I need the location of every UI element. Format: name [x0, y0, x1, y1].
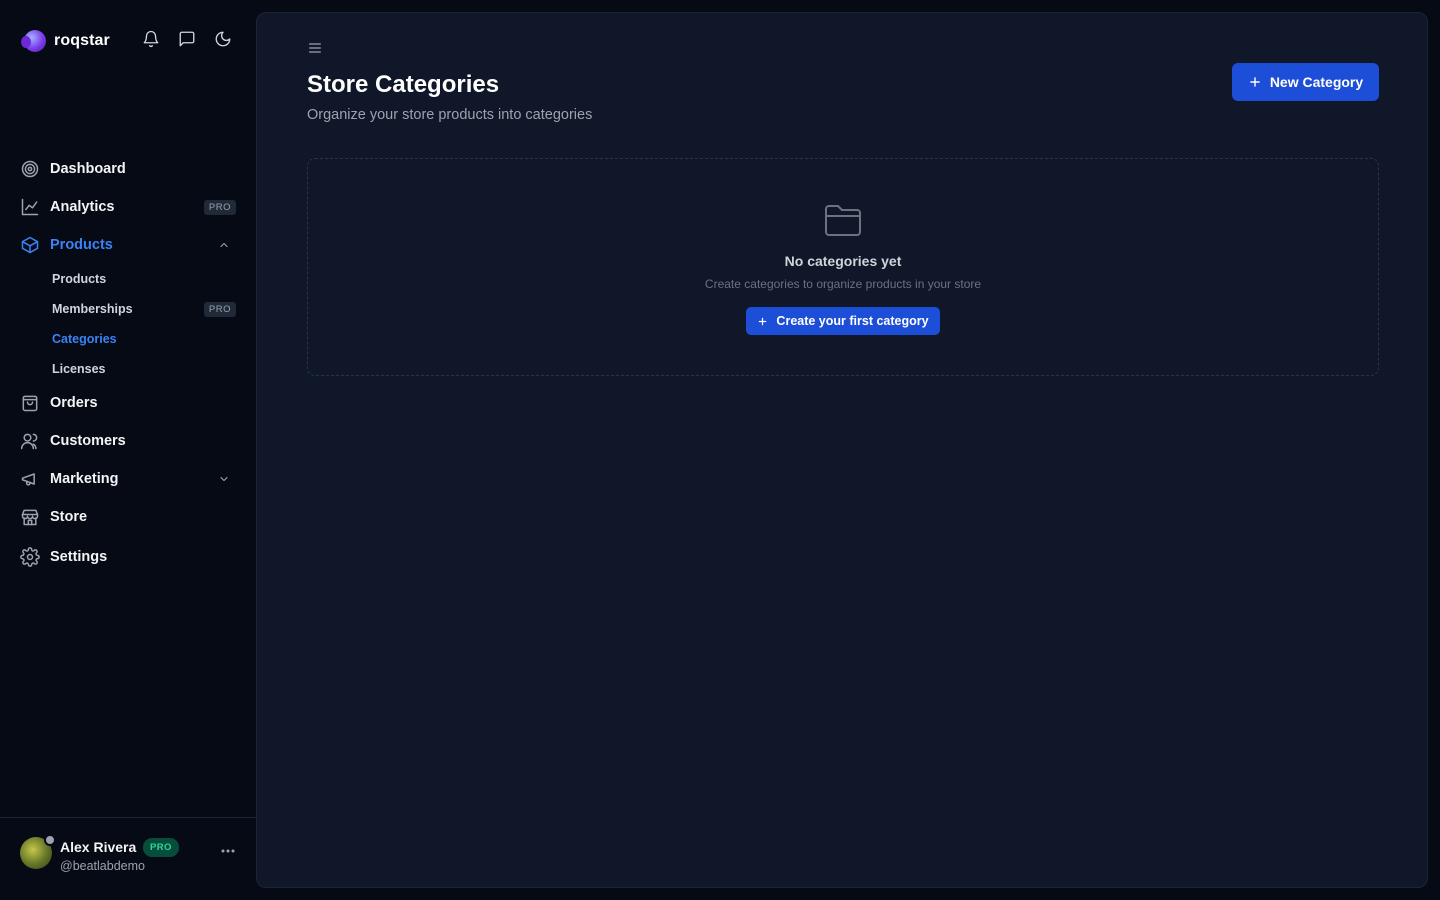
- sidebar-item-label: Customers: [50, 433, 126, 449]
- sidebar-item-label: Dashboard: [50, 161, 126, 177]
- sidebar-item-marketing[interactable]: Marketing: [0, 460, 256, 498]
- sidebar-subitem-label: Products: [52, 272, 107, 286]
- pro-badge: PRO: [203, 199, 236, 215]
- chart-line-icon: [20, 197, 40, 217]
- moon-icon[interactable]: [214, 30, 232, 48]
- user-handle: @beatlabdemo: [60, 859, 145, 873]
- new-category-label: New Category: [1269, 74, 1364, 90]
- chevron-up-icon[interactable]: [218, 239, 230, 251]
- store-icon: [20, 507, 40, 527]
- brand[interactable]: roqstar: [21, 28, 110, 54]
- user-profile: Alex Rivera PRO @beatlabdemo: [0, 817, 256, 900]
- new-category-button[interactable]: New Category: [1232, 63, 1379, 101]
- sidebar-item-products[interactable]: Products: [0, 226, 256, 264]
- create-first-category-button[interactable]: Create your first category: [746, 307, 940, 335]
- sidebar-item-dashboard[interactable]: Dashboard: [0, 150, 256, 188]
- chevron-down-icon[interactable]: [218, 473, 230, 485]
- message-icon[interactable]: [178, 30, 196, 48]
- sidebar-item-label: Settings: [50, 549, 108, 565]
- page-subtitle: Organize your store products into catego…: [307, 107, 593, 123]
- sidebar-subitem-label: Memberships: [52, 302, 133, 316]
- sidebar-item-orders[interactable]: Orders: [0, 384, 256, 422]
- status-dot: [44, 834, 56, 846]
- users-icon: [20, 431, 40, 451]
- sidebar-item-label: Analytics: [50, 199, 115, 215]
- sidebar-nav: Dashboard Analytics PRO Products Product…: [0, 150, 256, 576]
- sidebar-item-settings[interactable]: Settings: [0, 538, 256, 576]
- sidebar-item-analytics[interactable]: Analytics PRO: [0, 188, 256, 226]
- sidebar-item-label: Orders: [50, 395, 98, 411]
- page-title: Store Categories: [307, 71, 500, 98]
- empty-state-description: Create categories to organize products i…: [704, 277, 982, 291]
- sidebar-subitem-licenses[interactable]: Licenses: [0, 354, 256, 384]
- brand-name: roqstar: [54, 32, 110, 49]
- top-icons: [142, 30, 232, 48]
- megaphone-icon: [20, 469, 40, 489]
- sidebar-item-label: Store: [50, 509, 88, 525]
- folder-icon: [824, 203, 862, 237]
- user-name: Alex Rivera: [60, 839, 137, 855]
- shopping-bag-icon: [20, 393, 40, 413]
- sidebar: roqstar Dashboard Analytics PRO Products…: [0, 0, 256, 900]
- empty-state-title: No categories yet: [784, 253, 902, 269]
- sidebar-subitem-products[interactable]: Products: [0, 264, 256, 294]
- target-icon: [20, 159, 40, 179]
- sidebar-item-label: Products: [50, 237, 113, 253]
- sidebar-item-label: Marketing: [50, 471, 119, 487]
- menu-icon[interactable]: [307, 40, 323, 56]
- sidebar-item-store[interactable]: Store: [0, 498, 256, 536]
- empty-state: No categories yet Create categories to o…: [307, 158, 1379, 376]
- sidebar-subitem-memberships[interactable]: Memberships PRO: [0, 294, 256, 324]
- pro-badge: PRO: [143, 838, 179, 857]
- pro-badge: PRO: [203, 301, 236, 317]
- brand-logo-icon: [21, 30, 46, 52]
- sidebar-subitem-label: Licenses: [52, 362, 106, 376]
- plus-icon: [757, 316, 768, 327]
- sidebar-item-customers[interactable]: Customers: [0, 422, 256, 460]
- more-icon[interactable]: [220, 848, 236, 864]
- box-icon: [20, 235, 40, 255]
- sidebar-subitem-categories[interactable]: Categories: [0, 324, 256, 354]
- sidebar-subitem-label: Categories: [52, 332, 117, 346]
- create-first-category-label: Create your first category: [776, 314, 929, 328]
- gear-icon: [20, 547, 40, 567]
- bell-icon[interactable]: [142, 30, 160, 48]
- plus-icon: [1248, 75, 1262, 89]
- main-panel: Store Categories Organize your store pro…: [256, 12, 1428, 888]
